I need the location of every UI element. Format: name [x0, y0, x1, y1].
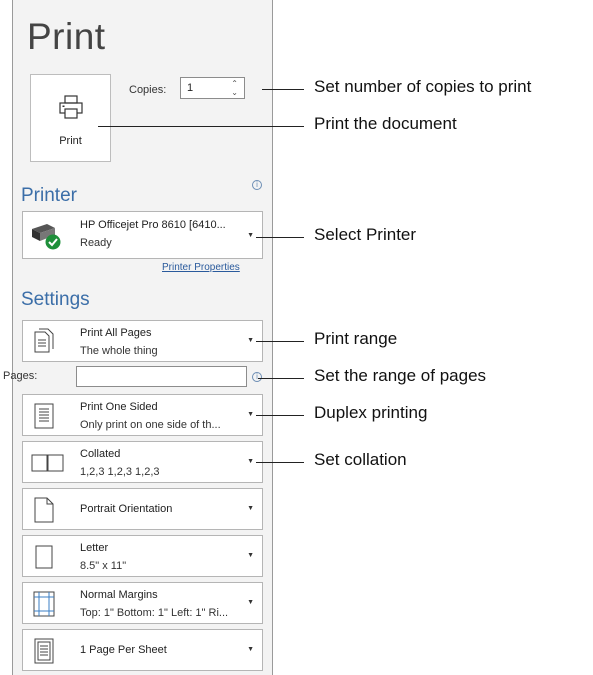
chevron-down-icon: ▼ [247, 458, 254, 465]
callout-line [256, 341, 304, 342]
margins-desc: Top: 1" Bottom: 1" Left: 1" Ri... [80, 607, 229, 619]
copies-label: Copies: [129, 84, 167, 96]
print-range-select[interactable]: Print All Pages The whole thing ▼ [22, 320, 263, 362]
info-icon[interactable]: i [252, 372, 262, 382]
copies-value: 1 [187, 82, 194, 94]
one-sided-icon [34, 403, 54, 429]
margins-label: Normal Margins [80, 589, 158, 601]
chevron-down-icon: ▼ [247, 599, 254, 606]
margins-icon [33, 591, 55, 617]
print-range-label: Print All Pages [80, 327, 152, 339]
orientation-label: Portrait Orientation [80, 503, 173, 515]
callout-pages: Set the range of pages [314, 366, 487, 385]
print-button[interactable]: Print [30, 74, 111, 162]
callout-range: Print range [314, 329, 398, 348]
collated-icon [31, 454, 64, 472]
duplex-label: Print One Sided [80, 401, 158, 413]
orientation-select[interactable]: Portrait Orientation ▼ [22, 488, 263, 530]
callout-printer: Select Printer [314, 225, 417, 244]
pages-per-sheet-label: 1 Page Per Sheet [80, 644, 167, 656]
printer-ready-icon [32, 224, 61, 250]
settings-heading: Settings [21, 289, 90, 310]
chevron-down-icon: ▼ [247, 646, 254, 653]
paper-size-icon [35, 545, 53, 569]
callout-duplex: Duplex printing [314, 403, 428, 422]
paper-size-label: Letter [80, 542, 109, 554]
chevron-down-icon: ▼ [247, 411, 254, 418]
chevron-down-icon: ▼ [247, 505, 254, 512]
printer-select[interactable]: HP Officejet Pro 8610 [6410... Ready ▼ [22, 211, 263, 259]
chevron-down-icon: ▼ [247, 337, 254, 344]
callout-copies: Set number of copies to print [314, 77, 532, 96]
copies-stepper[interactable]: 1 ⌃ ⌄ [180, 77, 245, 99]
callout-collation: Set collation [314, 450, 407, 469]
printer-name: HP Officejet Pro 8610 [6410... [80, 219, 226, 231]
duplex-desc: Only print on one side of th... [80, 419, 221, 431]
page-title: Print [27, 16, 106, 57]
callout-line [256, 237, 304, 238]
print-range-desc: The whole thing [80, 345, 158, 357]
callout-line [262, 89, 304, 90]
print-button-label: Print [59, 135, 82, 147]
print-panel: Print Print Copies: 1 ⌃ ⌄ Printer i HP Of… [3, 0, 273, 675]
pages-label: Pages: [3, 370, 38, 382]
callout-line [256, 415, 304, 416]
chevron-down-icon: ▼ [247, 552, 254, 559]
chevron-down-icon: ▼ [247, 232, 254, 239]
printer-heading: Printer [21, 185, 77, 206]
pages-icon [34, 328, 54, 353]
pages-per-sheet-select[interactable]: 1 Page Per Sheet ▼ [22, 629, 263, 671]
paper-size-select[interactable]: Letter 8.5" x 11" ▼ [22, 535, 263, 577]
printer-status: Ready [80, 237, 112, 249]
callout-line [258, 378, 304, 379]
callout-print: Print the document [314, 114, 457, 133]
callout-line [98, 126, 304, 127]
collation-desc: 1,2,3 1,2,3 1,2,3 [80, 466, 160, 478]
printer-icon [59, 95, 83, 119]
spin-arrows-icon[interactable]: ⌃ ⌄ [231, 79, 238, 97]
duplex-select[interactable]: Print One Sided Only print on one side o… [22, 394, 263, 436]
pages-input[interactable] [76, 366, 247, 387]
paper-size-desc: 8.5" x 11" [80, 560, 127, 572]
printer-properties-link[interactable]: Printer Properties [162, 262, 240, 273]
callout-line [256, 462, 304, 463]
collation-select[interactable]: Collated 1,2,3 1,2,3 1,2,3 ▼ [22, 441, 263, 483]
margins-select[interactable]: Normal Margins Top: 1" Bottom: 1" Left: … [22, 582, 263, 624]
info-icon[interactable]: i [252, 180, 262, 190]
pages-per-sheet-icon [34, 638, 54, 664]
collation-label: Collated [80, 448, 121, 460]
portrait-icon [34, 497, 54, 523]
